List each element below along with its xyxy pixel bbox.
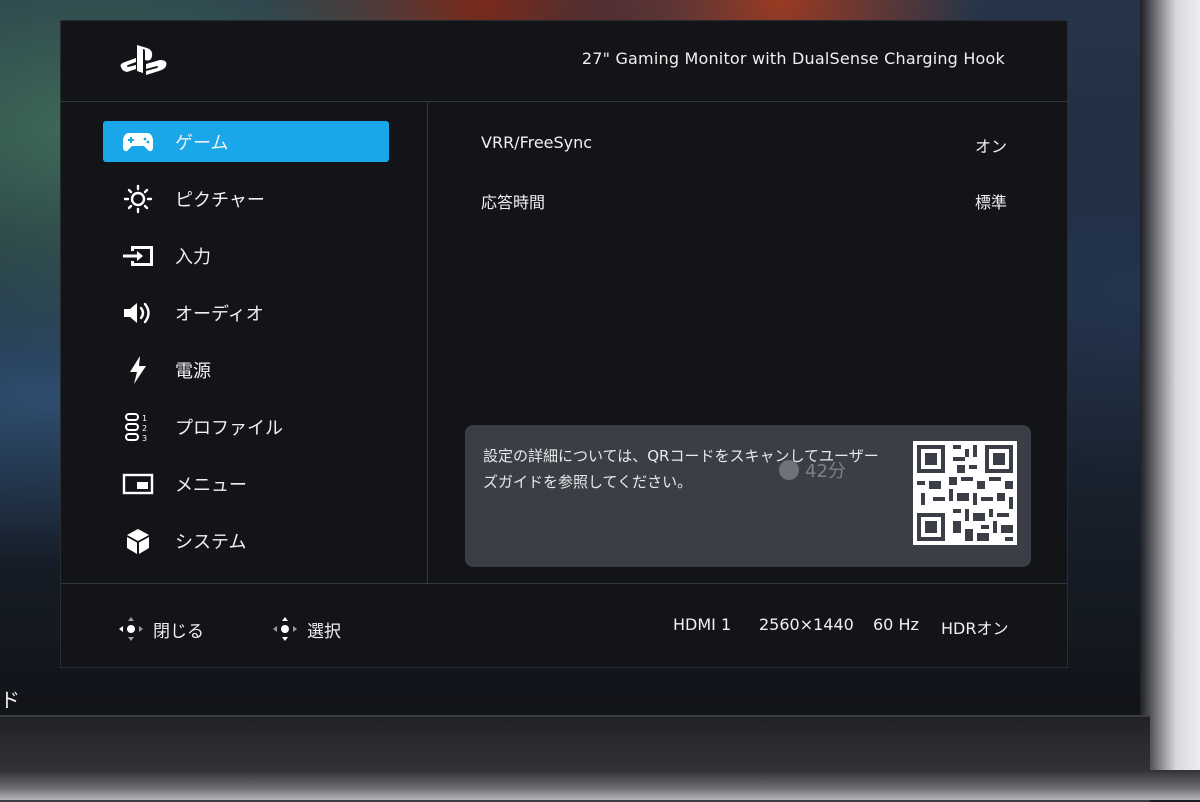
svg-text:1: 1 [142,414,147,423]
sidebar-item-label: オーディオ [175,303,264,325]
sidebar-item-label: ゲーム [175,132,229,154]
input-icon [121,242,155,270]
background-text-fragment: ド [0,688,20,712]
osd-sidebar: ゲーム ピクチャー 入力 オーディオ 電源 1 2 3 プロファイル メニュー … [103,121,389,577]
sidebar-item-label: 入力 [175,246,211,268]
sidebar-item-label: ピクチャー [175,189,265,211]
timer-icon [779,460,799,480]
sidebar-item-system[interactable]: システム [103,520,389,561]
setting-row-response-time[interactable]: 応答時間 標準 [481,189,1007,213]
playstation-logo-icon [120,45,167,75]
svg-text:2: 2 [142,424,147,433]
column-divider [427,101,428,583]
monitor-bezel-right [1140,0,1200,800]
select-hint[interactable]: 選択 [271,615,341,643]
select-label: 選択 [307,621,341,642]
sidebar-item-input[interactable]: 入力 [103,235,389,276]
qr-code-icon [913,441,1017,545]
dpad-icon [273,617,297,641]
monitor-model-title: 27" Gaming Monitor with DualSense Chargi… [581,49,1005,68]
setting-name: VRR/FreeSync [481,133,593,152]
setting-value: オン [974,137,1007,156]
speaker-icon [121,299,155,327]
status-resolution: 2560×1440 [759,615,854,634]
menu-window-icon [121,470,155,498]
osd-header: 27" Gaming Monitor with DualSense Chargi… [61,21,1067,101]
sidebar-item-profile[interactable]: 1 2 3 プロファイル [103,406,389,447]
close-hint[interactable]: 閉じる [117,615,204,643]
sidebar-item-label: システム [175,531,247,553]
help-info-box: 設定の詳細については、QRコードをスキャンしてユーザーズガイドを参照してください… [465,425,1031,567]
profile-icon: 1 2 3 [121,412,155,442]
brightness-icon [121,184,155,213]
status-refresh-rate: 60 Hz [873,615,919,634]
overlay-timer: 42分 [779,457,846,483]
close-label: 閉じる [153,621,204,642]
sidebar-item-power[interactable]: 電源 [103,349,389,390]
setting-name: 応答時間 [481,193,546,212]
header-divider [61,101,1067,102]
svg-text:3: 3 [142,434,147,442]
osd-menu-panel: 27" Gaming Monitor with DualSense Chargi… [60,20,1068,668]
sidebar-item-picture[interactable]: ピクチャー [103,178,389,219]
status-input: HDMI 1 [673,615,732,634]
status-hdr: HDRオン [941,619,1009,638]
sidebar-item-game[interactable]: ゲーム [103,121,389,162]
overlay-timer-text: 42分 [805,461,846,482]
lightning-icon [121,355,155,384]
sidebar-item-audio[interactable]: オーディオ [103,292,389,333]
setting-value: 標準 [974,193,1007,212]
setting-row-vrr[interactable]: VRR/FreeSync オン [481,133,1007,157]
sidebar-item-label: プロファイル [175,417,283,439]
footer-divider [61,583,1067,584]
cube-icon [121,527,155,555]
gamepad-icon [121,128,155,156]
dpad-icon [119,617,143,641]
sidebar-item-label: メニュー [175,474,247,496]
sidebar-item-label: 電源 [175,360,211,382]
sidebar-item-menu[interactable]: メニュー [103,463,389,504]
monitor-stand-edge [0,770,1200,800]
